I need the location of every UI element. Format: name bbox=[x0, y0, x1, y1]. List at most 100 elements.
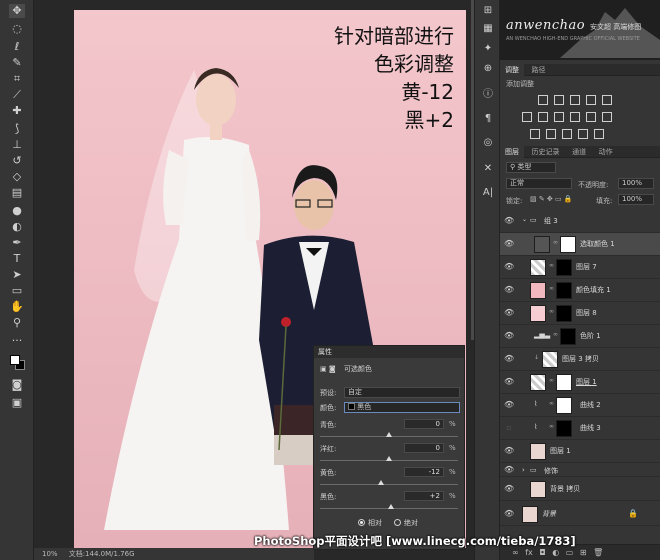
black-value-input[interactable]: +2 bbox=[404, 491, 444, 501]
black-white-icon[interactable] bbox=[554, 112, 564, 122]
character-icon[interactable]: A| bbox=[481, 186, 495, 200]
eye-icon[interactable]: 👁 bbox=[504, 465, 514, 475]
zoom-tool-icon[interactable]: ⚲ bbox=[9, 316, 25, 330]
layer-row[interactable]: 👁 背景 🔒 bbox=[500, 503, 660, 526]
blur-tool-icon[interactable]: ● bbox=[9, 204, 25, 218]
layer-row[interactable]: 👁 ∞ 图层 1 bbox=[500, 371, 660, 394]
eyedropper-tool-icon[interactable]: ⟋ bbox=[9, 88, 25, 102]
layer-row[interactable]: 👁 ∞ 图层 8 bbox=[500, 302, 660, 325]
lasso-tool-icon[interactable]: ℓ bbox=[9, 40, 25, 54]
layer-filter-select[interactable]: ⚲ 类型 bbox=[506, 162, 556, 173]
layer-row[interactable]: 👁 › ▭ 修饰 bbox=[500, 463, 660, 477]
mask-thumbnail[interactable] bbox=[560, 236, 576, 253]
invert-icon[interactable] bbox=[530, 129, 540, 139]
selective-color-icon[interactable] bbox=[578, 129, 588, 139]
gradient-map-icon[interactable] bbox=[594, 129, 604, 139]
photo-filter-icon[interactable] bbox=[570, 112, 580, 122]
mask-thumbnail[interactable] bbox=[556, 420, 572, 437]
mask-icon[interactable]: ◙ bbox=[329, 365, 336, 373]
fx-icon[interactable]: fx bbox=[525, 548, 533, 557]
exposure-icon[interactable] bbox=[586, 95, 596, 105]
zoom-level[interactable]: 10% bbox=[42, 550, 58, 558]
eye-icon[interactable]: 👁 bbox=[504, 446, 514, 456]
preset-select[interactable]: 自定 bbox=[344, 387, 460, 398]
hue-saturation-icon[interactable] bbox=[522, 112, 532, 122]
quick-select-tool-icon[interactable]: ✎ bbox=[9, 56, 25, 70]
levels-icon[interactable] bbox=[554, 95, 564, 105]
layer-row[interactable]: 👁 ↓ 图层 3 拷贝 bbox=[500, 348, 660, 371]
channel-mixer-icon[interactable] bbox=[586, 112, 596, 122]
history-icon[interactable]: ⊞ bbox=[481, 4, 495, 18]
layer-row[interactable]: 👁 背景 拷贝 bbox=[500, 478, 660, 501]
layer-row[interactable]: 👁 ⌄ ▭ 组 3 bbox=[500, 210, 660, 233]
crop-tool-icon[interactable]: ⌗ bbox=[9, 72, 25, 86]
black-slider-thumb[interactable] bbox=[388, 504, 394, 509]
color-balance-icon[interactable] bbox=[538, 112, 548, 122]
opacity-input[interactable]: 100% bbox=[618, 178, 654, 189]
new-group-icon[interactable]: ▭ bbox=[566, 548, 574, 557]
marquee-tool-icon[interactable]: ◌ bbox=[9, 22, 25, 36]
mask-thumbnail[interactable] bbox=[556, 259, 572, 276]
new-layer-icon[interactable]: ⊞ bbox=[580, 548, 587, 557]
cyan-value-input[interactable]: 0 bbox=[404, 419, 444, 429]
link-layers-icon[interactable]: ∞ bbox=[512, 548, 519, 557]
info-icon[interactable]: ⓘ bbox=[481, 88, 495, 102]
hand-tool-icon[interactable]: ✋ bbox=[9, 300, 25, 314]
layer-row[interactable]: 👁 ∞ 颜色填充 1 bbox=[500, 279, 660, 302]
mask-thumbnail[interactable] bbox=[556, 397, 572, 414]
move-tool-icon[interactable]: ✥ bbox=[9, 4, 25, 18]
absolute-radio[interactable] bbox=[394, 519, 401, 526]
posterize-icon[interactable] bbox=[546, 129, 556, 139]
gradient-tool-icon[interactable]: ▤ bbox=[9, 186, 25, 200]
eye-icon[interactable]: 👁 bbox=[504, 308, 514, 318]
yellow-slider-thumb[interactable] bbox=[378, 480, 384, 485]
brush-tool-icon[interactable]: ⟆ bbox=[9, 122, 25, 136]
type-tool-icon[interactable]: T bbox=[9, 252, 25, 266]
relative-radio[interactable] bbox=[358, 519, 365, 526]
layer-row[interactable]: 👁 图层 1 bbox=[500, 440, 660, 463]
colors-select[interactable]: 黑色 bbox=[344, 402, 460, 413]
eye-icon[interactable]: 👁 bbox=[504, 331, 514, 341]
clone-source-icon[interactable]: ⊕ bbox=[481, 62, 495, 76]
eye-icon[interactable]: 👁 bbox=[504, 484, 514, 494]
mask-thumbnail[interactable] bbox=[556, 305, 572, 322]
swatches-icon[interactable]: ▦ bbox=[481, 22, 495, 36]
eye-icon[interactable]: 👁 bbox=[504, 285, 514, 295]
new-adjustment-icon[interactable]: ◐ bbox=[552, 548, 559, 557]
brightness-icon[interactable] bbox=[538, 95, 548, 105]
tab-channels[interactable]: 通道 bbox=[567, 146, 591, 158]
paragraph-icon[interactable]: ¶ bbox=[481, 112, 495, 126]
layer-row[interactable]: 👁 ▂▅▃ ∞ 色阶 1 bbox=[500, 325, 660, 348]
mask-thumbnail[interactable] bbox=[556, 282, 572, 299]
lock-icons[interactable]: ▨ ✎ ✥ ▭ 🔒 bbox=[530, 195, 573, 203]
layer-row[interactable]: 👁 ∞ 图层 7 bbox=[500, 256, 660, 279]
curves-icon[interactable] bbox=[570, 95, 580, 105]
pen-tool-icon[interactable]: ✒ bbox=[9, 236, 25, 250]
eye-icon[interactable]: 👁 bbox=[504, 377, 514, 387]
tab-paths[interactable]: 路径 bbox=[527, 64, 551, 76]
add-mask-icon[interactable]: ◘ bbox=[539, 548, 545, 557]
magenta-value-input[interactable]: 0 bbox=[404, 443, 444, 453]
eye-hidden-icon[interactable]: ▫ bbox=[504, 423, 514, 433]
expand-icon[interactable]: › bbox=[522, 466, 525, 474]
notes-icon[interactable]: ◎ bbox=[481, 136, 495, 150]
clone-stamp-tool-icon[interactable]: ⊥ bbox=[9, 138, 25, 152]
eye-icon[interactable]: 👁 bbox=[504, 354, 514, 364]
layer-row[interactable]: 👁 ⌇ ∞ 曲线 2 bbox=[500, 394, 660, 417]
shape-tool-icon[interactable]: ▭ bbox=[9, 284, 25, 298]
magenta-slider-thumb[interactable] bbox=[386, 456, 392, 461]
eye-icon[interactable]: 👁 bbox=[504, 400, 514, 410]
mask-thumbnail[interactable] bbox=[556, 374, 572, 391]
tab-actions[interactable]: 动作 bbox=[594, 146, 618, 158]
layer-row-selected[interactable]: 👁 ∞ 选取颜色 1 bbox=[500, 233, 660, 256]
layer-row[interactable]: ▫ ⌇ ∞ 曲线 3 bbox=[500, 417, 660, 440]
history-brush-tool-icon[interactable]: ↺ bbox=[9, 154, 25, 168]
tab-history[interactable]: 历史记录 bbox=[527, 146, 565, 158]
color-lookup-icon[interactable] bbox=[602, 112, 612, 122]
quick-mask-icon[interactable]: ◙ bbox=[9, 378, 25, 392]
tool-presets-icon[interactable]: ✕ bbox=[481, 162, 495, 176]
dodge-tool-icon[interactable]: ◐ bbox=[9, 220, 25, 234]
eraser-tool-icon[interactable]: ◇ bbox=[9, 170, 25, 184]
healing-brush-tool-icon[interactable]: ✚ bbox=[9, 104, 25, 118]
more-tools-icon[interactable]: ··· bbox=[9, 334, 25, 348]
